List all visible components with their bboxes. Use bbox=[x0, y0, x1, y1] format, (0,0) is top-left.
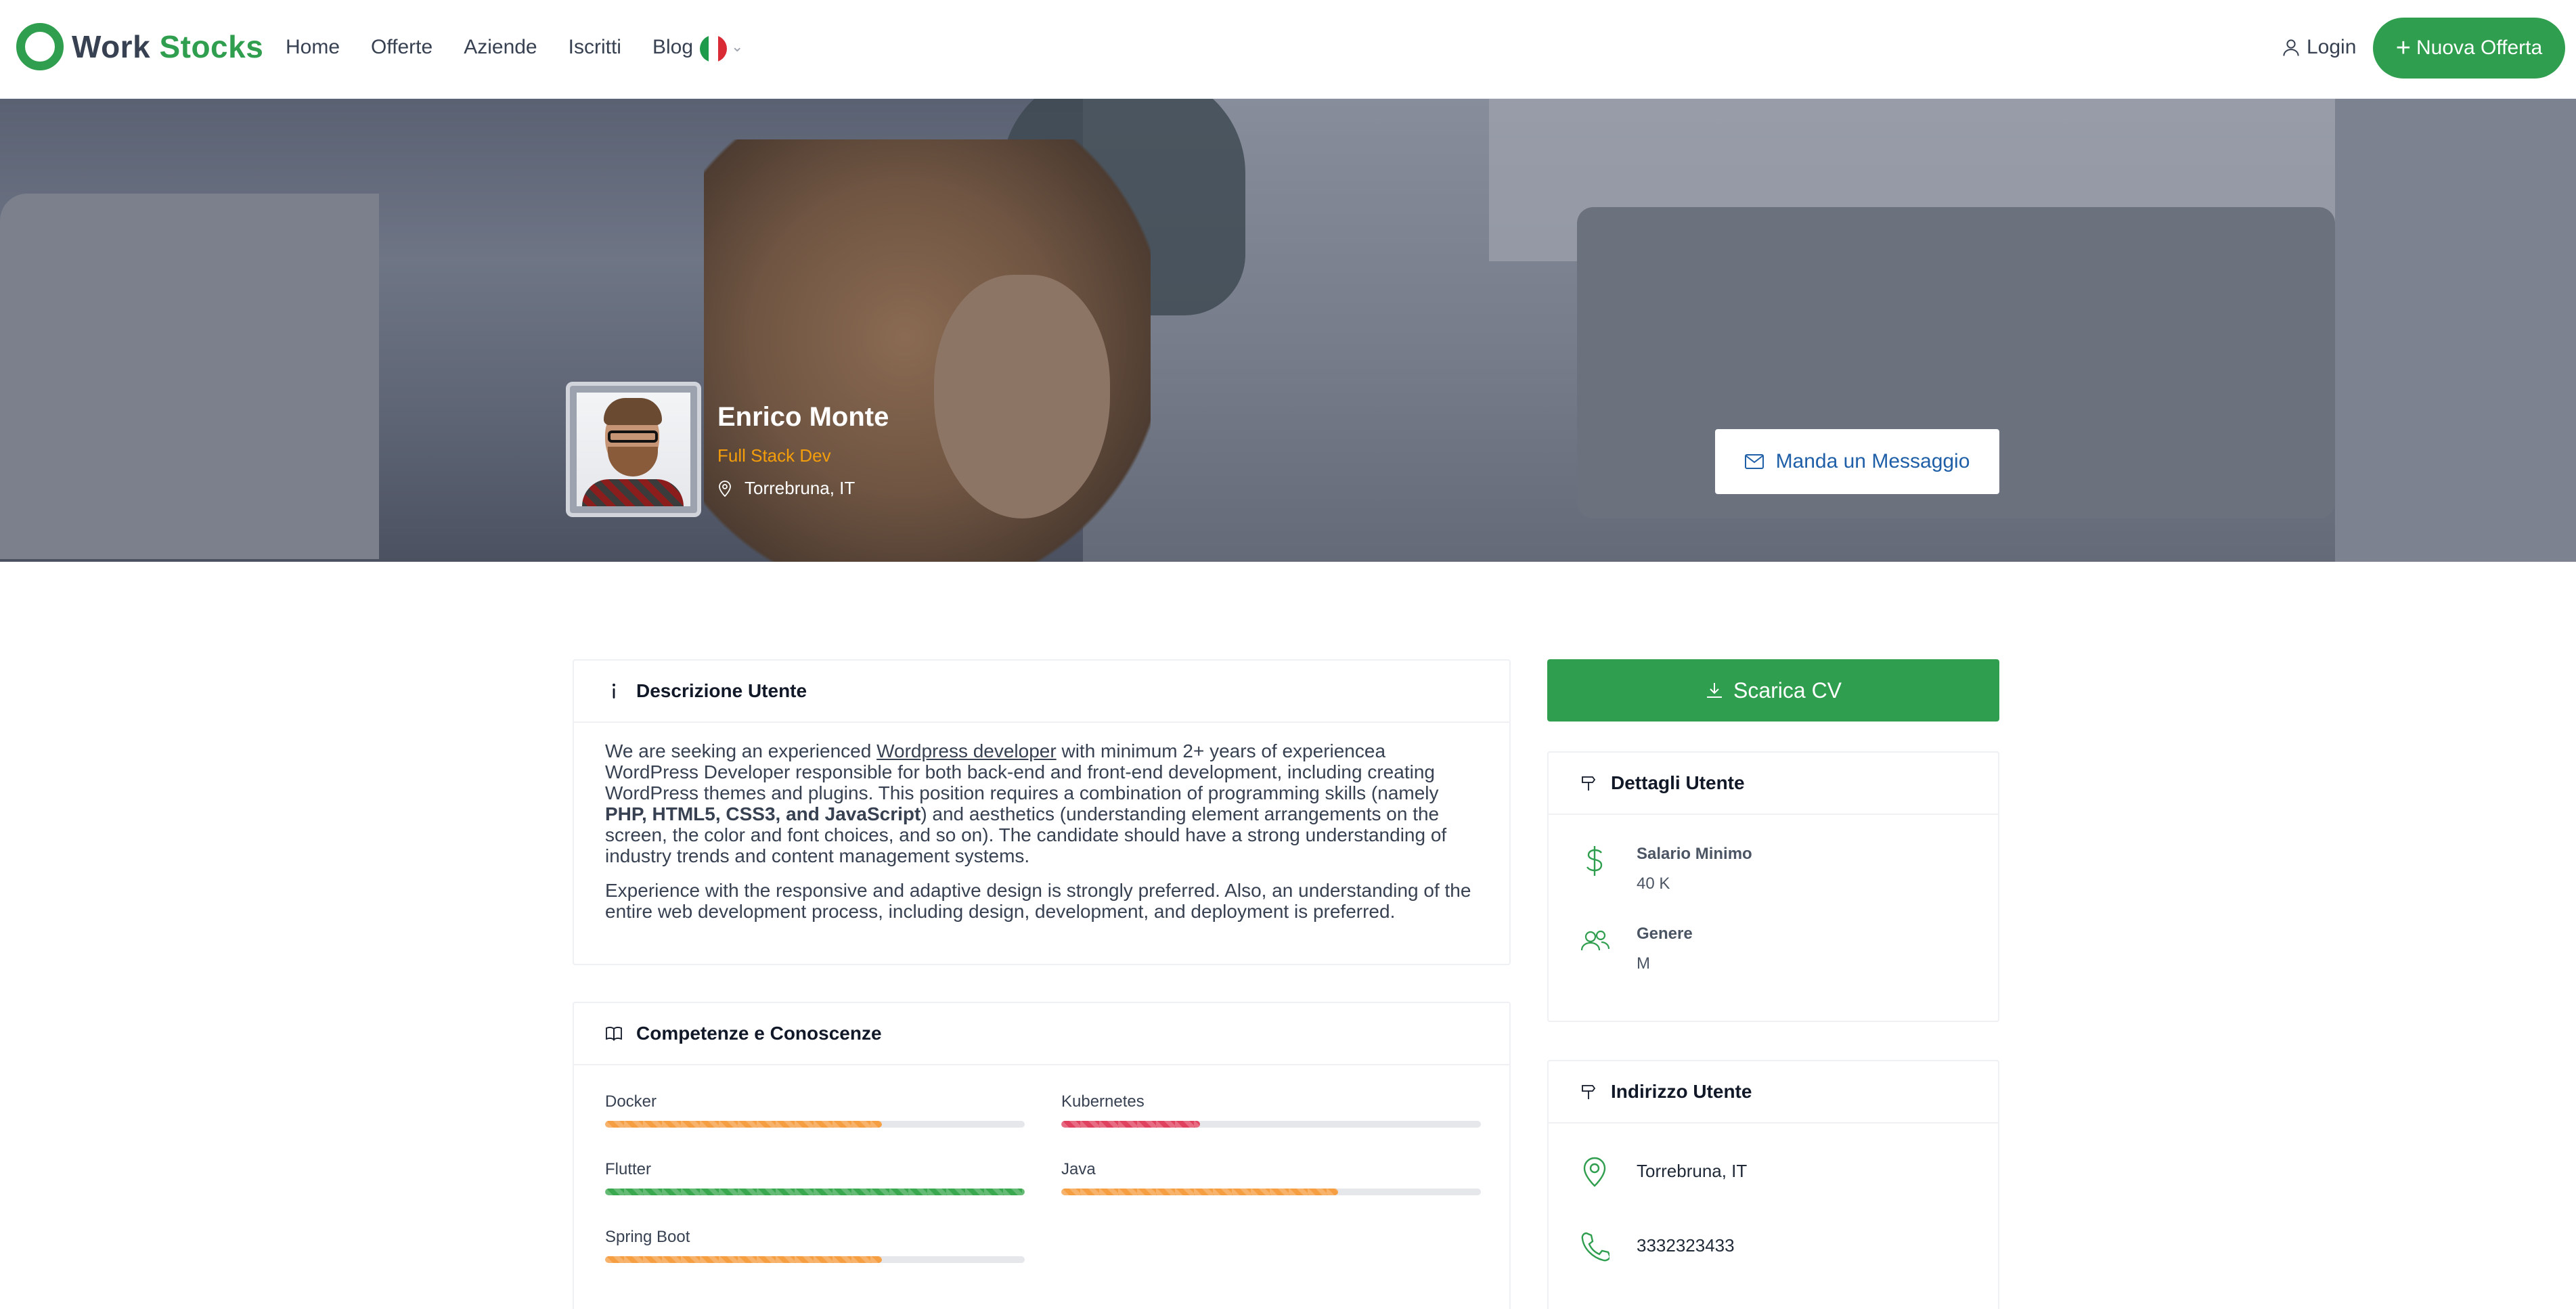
skill-name: Docker bbox=[605, 1092, 657, 1111]
logo-ring-icon bbox=[16, 23, 64, 70]
skill-name: Java bbox=[1061, 1160, 1096, 1178]
nav-blog[interactable]: Blog bbox=[652, 32, 693, 62]
skill-name: Kubernetes bbox=[1061, 1092, 1145, 1111]
user-icon bbox=[2283, 39, 2299, 56]
send-message-label: Manda un Messaggio bbox=[1775, 450, 1970, 472]
user-address-title: Indirizzo Utente bbox=[1611, 1081, 1752, 1102]
user-details-header: Dettagli Utente bbox=[1549, 753, 1998, 815]
profile-role: Full Stack Dev bbox=[717, 445, 831, 466]
skill-bar-fill bbox=[605, 1256, 883, 1263]
map-pin-icon bbox=[719, 480, 731, 497]
nav-aziende[interactable]: Aziende bbox=[464, 32, 537, 62]
dollar-icon bbox=[1586, 846, 1603, 876]
skill-bar-fill bbox=[1061, 1189, 1339, 1195]
user-description-header: Descrizione Utente bbox=[574, 661, 1509, 723]
user-description-title: Descrizione Utente bbox=[636, 680, 807, 701]
user-description-body: We are seeking an experienced Wordpress … bbox=[574, 723, 1509, 953]
skill-bar bbox=[605, 1256, 1025, 1263]
description-paragraph-1: We are seeking an experienced Wordpress … bbox=[605, 740, 1447, 866]
signpost-icon bbox=[1582, 776, 1596, 791]
book-icon bbox=[606, 1027, 622, 1041]
nav-home[interactable]: Home bbox=[286, 32, 340, 62]
italian-flag-icon[interactable] bbox=[700, 35, 727, 62]
chevron-down-icon[interactable]: ⌄ bbox=[731, 38, 743, 56]
skill-name: Flutter bbox=[605, 1160, 652, 1178]
skill-name: Spring Boot bbox=[605, 1228, 690, 1246]
gender-row: Genere M bbox=[1580, 925, 1693, 973]
profile-hero-banner bbox=[0, 99, 2576, 562]
skill-bar-fill bbox=[605, 1121, 883, 1128]
signpost-icon bbox=[1582, 1085, 1596, 1099]
wordpress-developer-link[interactable]: Wordpress developer bbox=[876, 740, 1057, 761]
info-icon bbox=[613, 684, 615, 698]
skill-item: Flutter bbox=[605, 1160, 1025, 1195]
avatar bbox=[566, 382, 701, 517]
new-offer-label: Nuova Offerta bbox=[2416, 37, 2543, 59]
background-photo-edge bbox=[2335, 99, 2576, 562]
background-photo-sofa bbox=[0, 194, 379, 559]
nav-iscritti[interactable]: Iscritti bbox=[569, 32, 621, 62]
nav-offerte[interactable]: Offerte bbox=[371, 32, 432, 62]
address-location-row: Torrebruna, IT bbox=[1580, 1155, 1747, 1187]
avatar-photo bbox=[577, 393, 690, 506]
skill-item: Docker bbox=[605, 1092, 1025, 1128]
skill-item: Kubernetes bbox=[1061, 1092, 1481, 1128]
skills-card: Competenze e Conoscenze Docker Kubernete… bbox=[573, 1002, 1511, 1309]
salary-value: 40 K bbox=[1637, 874, 1670, 893]
address-location-value: Torrebruna, IT bbox=[1637, 1161, 1748, 1181]
plus-icon: + bbox=[2395, 34, 2411, 62]
send-message-button[interactable]: Manda un Messaggio bbox=[1715, 429, 1999, 494]
user-details-title: Dettagli Utente bbox=[1611, 772, 1745, 793]
salary-label: Salario Minimo bbox=[1637, 845, 1752, 863]
salary-row: Salario Minimo 40 K bbox=[1580, 845, 1752, 893]
skill-bar bbox=[1061, 1121, 1481, 1128]
download-cv-button[interactable]: Scarica CV bbox=[1547, 659, 1999, 722]
profile-location-label: Torrebruna, IT bbox=[745, 478, 856, 498]
gender-label: Genere bbox=[1637, 925, 1693, 943]
profile-location: Torrebruna, IT bbox=[717, 478, 855, 499]
skill-bar bbox=[605, 1189, 1025, 1195]
skill-bar bbox=[605, 1121, 1025, 1128]
profile-name: Enrico Monte bbox=[717, 402, 889, 432]
skills-header: Competenze e Conoscenze bbox=[574, 1003, 1509, 1065]
skill-bar bbox=[1061, 1189, 1481, 1195]
description-paragraph-2: Experience with the responsive and adapt… bbox=[605, 880, 1471, 922]
users-icon bbox=[1580, 930, 1609, 951]
user-address-card: Indirizzo Utente Torrebruna, IT 33323234… bbox=[1547, 1060, 1999, 1309]
gender-value: M bbox=[1637, 954, 1650, 973]
top-navbar: Work Stocks Home Offerte Aziende Iscritt… bbox=[0, 0, 2576, 99]
skill-bar-fill bbox=[605, 1189, 1025, 1195]
main-nav: Home Offerte Aziende Iscritti Blog bbox=[286, 32, 724, 62]
new-offer-button[interactable]: + Nuova Offerta bbox=[2373, 18, 2565, 79]
address-phone-row: 3332323433 bbox=[1580, 1229, 1735, 1262]
user-address-header: Indirizzo Utente bbox=[1549, 1061, 1998, 1124]
background-photo-face bbox=[934, 275, 1110, 518]
brand-name: Work Stocks bbox=[72, 29, 264, 64]
skill-item: Spring Boot bbox=[605, 1228, 1025, 1263]
login-link[interactable]: Login bbox=[2281, 32, 2356, 62]
map-pin-icon bbox=[1583, 1157, 1606, 1187]
skill-item: Java bbox=[1061, 1160, 1481, 1195]
login-label: Login bbox=[2307, 36, 2357, 58]
brand-logo[interactable]: Work Stocks bbox=[16, 23, 263, 70]
skill-bar-fill bbox=[1061, 1121, 1200, 1128]
address-phone-value[interactable]: 3332323433 bbox=[1637, 1229, 1735, 1262]
skills-title: Competenze e Conoscenze bbox=[636, 1023, 882, 1044]
phone-icon bbox=[1581, 1232, 1609, 1262]
user-details-card: Dettagli Utente Salario Minimo 40 K Gene… bbox=[1547, 751, 1999, 1022]
user-description-card: Descrizione Utente We are seeking an exp… bbox=[573, 659, 1511, 965]
envelope-icon bbox=[1744, 454, 1764, 469]
download-icon bbox=[1706, 683, 1722, 698]
download-cv-label: Scarica CV bbox=[1733, 678, 1842, 703]
